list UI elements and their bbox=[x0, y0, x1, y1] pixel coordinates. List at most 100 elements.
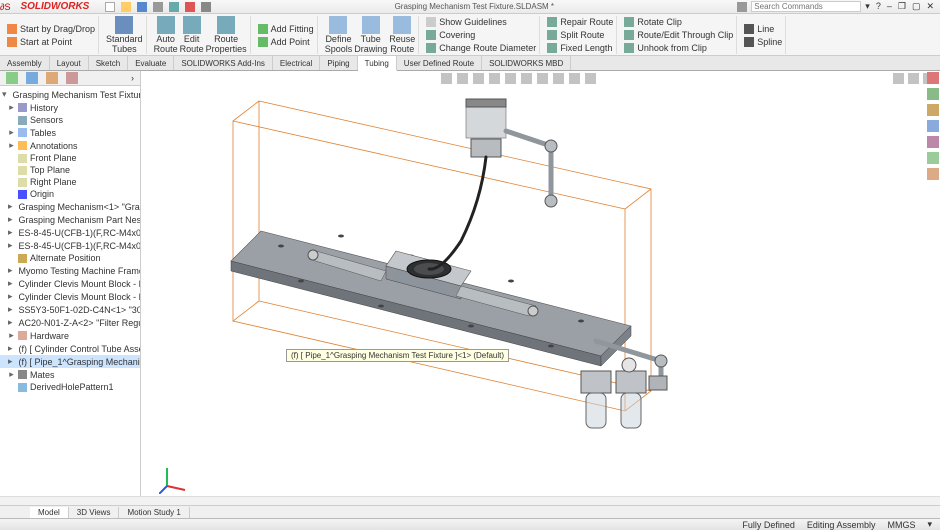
task-pane bbox=[926, 71, 940, 181]
tree-alt-position[interactable]: Alternate Position bbox=[0, 252, 140, 264]
taskpane-design-lib-icon[interactable] bbox=[927, 88, 939, 100]
tree-tab-config-icon[interactable] bbox=[46, 72, 58, 84]
print-icon[interactable] bbox=[153, 2, 163, 12]
covering-button[interactable]: Covering bbox=[426, 30, 475, 40]
line-button[interactable]: Line bbox=[744, 24, 774, 34]
tree-regulator[interactable]: ▸AC20-N01-Z-A<2> "Filter Regulator Lubri… bbox=[0, 316, 140, 329]
undo-icon[interactable] bbox=[169, 2, 179, 12]
tree-tab-property-icon[interactable] bbox=[26, 72, 38, 84]
bottom-tab-3dviews[interactable]: 3D Views bbox=[69, 507, 120, 518]
tree-history[interactable]: ▸History bbox=[0, 101, 140, 114]
add-fitting-button[interactable]: Add Fitting bbox=[258, 24, 314, 34]
rotate-clip-button[interactable]: Rotate Clip bbox=[624, 17, 682, 27]
tree-mates[interactable]: ▸Mates bbox=[0, 368, 140, 381]
graphics-viewport[interactable]: (f) [ Pipe_1^Grasping Mechanism Test Fix… bbox=[141, 71, 940, 514]
assembly-render bbox=[141, 71, 940, 511]
tree-es1[interactable]: ▸ES-8-45-U(CFB-1)(F,RC-M4x0.7)<1> "Pneum bbox=[0, 226, 140, 239]
auto-route-button[interactable]: Auto Route bbox=[154, 16, 178, 55]
tab-addins[interactable]: SOLIDWORKS Add-Ins bbox=[174, 56, 273, 70]
feature-tree-panel: › ▾Grasping Mechanism Test Fixture (Defa… bbox=[0, 71, 141, 514]
feature-tree[interactable]: ▾Grasping Mechanism Test Fixture (Defaul… bbox=[0, 86, 140, 514]
spline-button[interactable]: Spline bbox=[744, 37, 782, 47]
unhook-clip-button[interactable]: Unhook from Clip bbox=[624, 43, 707, 53]
tree-tables[interactable]: ▸Tables bbox=[0, 126, 140, 139]
bottom-tab-motion[interactable]: Motion Study 1 bbox=[119, 507, 189, 518]
tree-cylinder-assy[interactable]: ▸(f) [ Cylinder Control Tube Assembly_^G… bbox=[0, 342, 140, 355]
command-tabs: Assembly Layout Sketch Evaluate SOLIDWOR… bbox=[0, 56, 940, 71]
tab-mbd[interactable]: SOLIDWORKS MBD bbox=[482, 56, 571, 70]
ds-logo: ∂S bbox=[0, 2, 10, 12]
options-icon[interactable] bbox=[201, 2, 211, 12]
tree-expand-icon[interactable]: › bbox=[131, 73, 134, 83]
tab-electrical[interactable]: Electrical bbox=[273, 56, 320, 70]
tree-clevis-lh[interactable]: ▸Cylinder Clevis Mount Block - LH<1> -> … bbox=[0, 277, 140, 290]
taskpane-resources-icon[interactable] bbox=[927, 72, 939, 84]
tree-tab-display-icon[interactable] bbox=[66, 72, 78, 84]
route-through-clip-button[interactable]: Route/Edit Through Clip bbox=[624, 30, 733, 40]
tree-part-nest[interactable]: ▸Grasping Mechanism Part Nest<1> "Part N… bbox=[0, 213, 140, 226]
minimize-icon[interactable]: – bbox=[887, 1, 892, 12]
status-defined: Fully Defined bbox=[742, 520, 795, 530]
change-diameter-button[interactable]: Change Route Diameter bbox=[426, 43, 536, 53]
tree-sensors[interactable]: Sensors bbox=[0, 114, 140, 126]
bottom-tab-model[interactable]: Model bbox=[30, 507, 69, 518]
tree-hardware[interactable]: ▸Hardware bbox=[0, 329, 140, 342]
tube-drawing-button[interactable]: Tube Drawing bbox=[354, 16, 387, 55]
taskpane-custom-props-icon[interactable] bbox=[927, 152, 939, 164]
tab-sketch[interactable]: Sketch bbox=[89, 56, 128, 70]
tree-front-plane[interactable]: Front Plane bbox=[0, 152, 140, 164]
define-spools-button[interactable]: Define Spools bbox=[325, 16, 353, 55]
tab-layout[interactable]: Layout bbox=[50, 56, 89, 70]
tree-top-plane[interactable]: Top Plane bbox=[0, 164, 140, 176]
tree-myomo-frame[interactable]: ▸Myomo Testing Machine Frame<1> "Machin bbox=[0, 264, 140, 277]
status-units[interactable]: MMGS bbox=[887, 520, 915, 530]
start-at-point-button[interactable]: Start at Point bbox=[7, 37, 72, 47]
edit-route-button[interactable]: Edit Route bbox=[180, 16, 204, 55]
ribbon: Start by Drag/Drop Start at Point Standa… bbox=[0, 14, 940, 56]
restore-icon[interactable]: ❐ bbox=[898, 1, 906, 12]
status-context-icon[interactable]: ▾ bbox=[927, 519, 932, 530]
start-dragdrop-button[interactable]: Start by Drag/Drop bbox=[7, 24, 95, 34]
save-icon[interactable] bbox=[137, 2, 147, 12]
maximize-icon[interactable]: ▢ bbox=[912, 1, 921, 12]
add-point-button[interactable]: Add Point bbox=[258, 37, 310, 47]
new-icon[interactable] bbox=[105, 2, 115, 12]
tree-hole-pattern[interactable]: DerivedHolePattern1 bbox=[0, 381, 140, 393]
tab-tubing[interactable]: Tubing bbox=[358, 56, 397, 71]
split-route-button[interactable]: Split Route bbox=[547, 30, 604, 40]
horizontal-scrollbar[interactable] bbox=[0, 496, 940, 505]
search-input[interactable] bbox=[751, 1, 861, 12]
tab-user-route[interactable]: User Defined Route bbox=[397, 56, 482, 70]
taskpane-file-explorer-icon[interactable] bbox=[927, 104, 939, 116]
tree-grasping-mech[interactable]: ▸Grasping Mechanism<1> "Grasp Module, Ri… bbox=[0, 200, 140, 213]
tree-right-plane[interactable]: Right Plane bbox=[0, 176, 140, 188]
standard-tubes-button[interactable]: Standard Tubes bbox=[106, 16, 143, 55]
open-icon[interactable] bbox=[121, 2, 131, 12]
tab-evaluate[interactable]: Evaluate bbox=[128, 56, 174, 70]
tree-valve[interactable]: ▸SS5Y3-50F1-02D-C4N<1> "3000 Series Valv… bbox=[0, 303, 140, 316]
tree-tab-feature-icon[interactable] bbox=[6, 72, 18, 84]
taskpane-forum-icon[interactable] bbox=[927, 168, 939, 180]
tree-es3[interactable]: ▸ES-8-45-U(CFB-1)(F,RC-M4x0.7)<3> "Pneum bbox=[0, 239, 140, 252]
status-bar: Fully Defined Editing Assembly MMGS ▾ bbox=[0, 518, 940, 530]
repair-route-button[interactable]: Repair Route bbox=[547, 17, 613, 27]
tab-assembly[interactable]: Assembly bbox=[0, 56, 50, 70]
view-triad-icon bbox=[159, 464, 189, 494]
tree-origin[interactable]: Origin bbox=[0, 188, 140, 200]
close-icon[interactable]: ✕ bbox=[926, 1, 934, 12]
tree-pipe1[interactable]: ▸(f) [ Pipe_1^Grasping Mechanism Test Fi… bbox=[0, 355, 140, 368]
help-icon[interactable]: ? bbox=[876, 1, 881, 12]
reuse-route-button[interactable]: Reuse Route bbox=[389, 16, 415, 55]
tree-root[interactable]: ▾Grasping Mechanism Test Fixture (Defaul… bbox=[0, 88, 140, 101]
route-properties-button[interactable]: Route Properties bbox=[206, 16, 247, 55]
tab-piping[interactable]: Piping bbox=[320, 56, 357, 70]
fixed-length-button[interactable]: Fixed Length bbox=[547, 43, 612, 53]
show-guidelines-button[interactable]: Show Guidelines bbox=[426, 17, 507, 27]
document-title: Grasping Mechanism Test Fixture.SLDASM * bbox=[211, 2, 737, 11]
tree-annotations[interactable]: ▸Annotations bbox=[0, 139, 140, 152]
tree-clevis-rh[interactable]: ▸Cylinder Clevis Mount Block - RH<1> -> … bbox=[0, 290, 140, 303]
rebuild-icon[interactable] bbox=[185, 2, 195, 12]
tree-hover-tooltip: (f) [ Pipe_1^Grasping Mechanism Test Fix… bbox=[286, 349, 509, 362]
taskpane-view-palette-icon[interactable] bbox=[927, 120, 939, 132]
taskpane-appearances-icon[interactable] bbox=[927, 136, 939, 148]
